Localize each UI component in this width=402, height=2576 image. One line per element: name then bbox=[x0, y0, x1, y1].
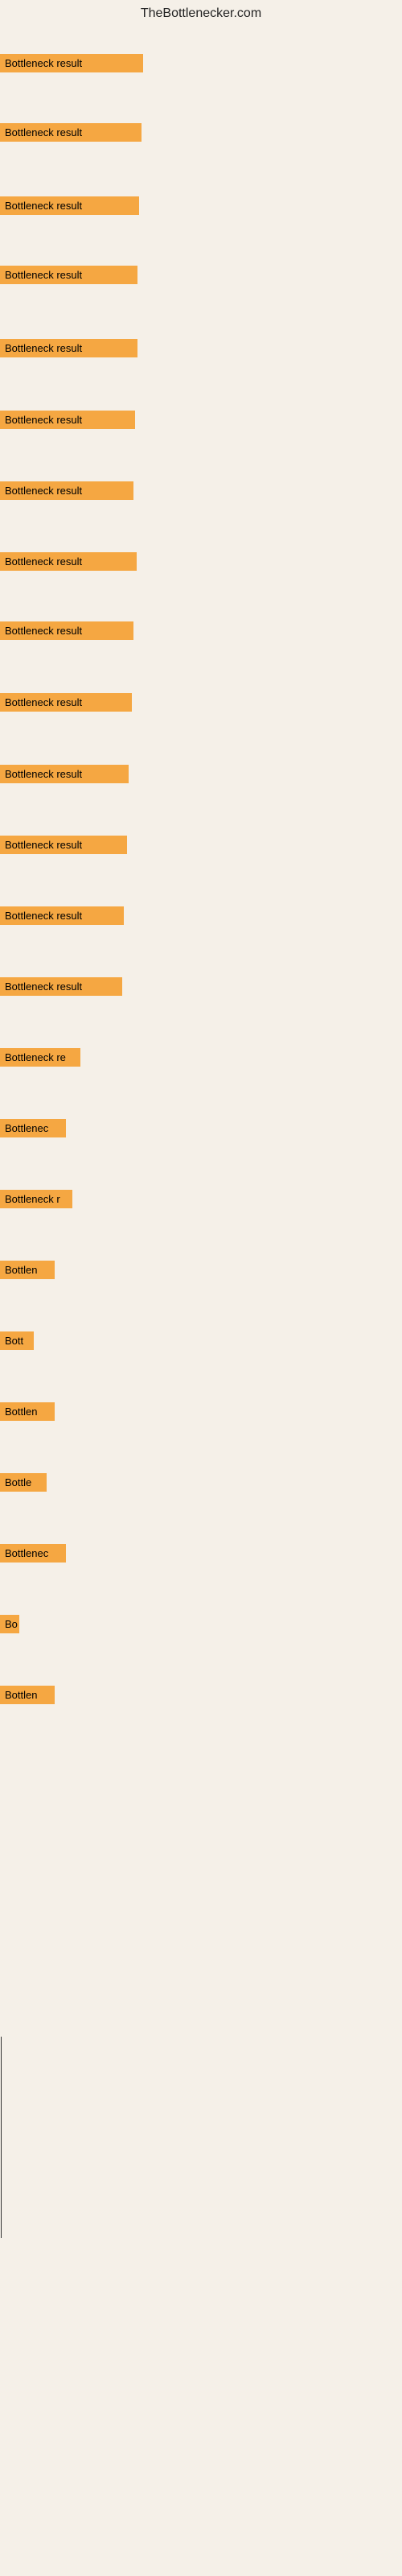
bottleneck-result-item: Bottleneck result bbox=[0, 54, 143, 72]
bottleneck-result-item: Bottlenec bbox=[0, 1119, 66, 1137]
bottleneck-result-item: Bottleneck r bbox=[0, 1190, 72, 1208]
bottleneck-result-item: Bottlen bbox=[0, 1686, 55, 1704]
vertical-line bbox=[1, 2037, 2, 2238]
bottleneck-result-item: Bottlen bbox=[0, 1261, 55, 1279]
bottleneck-result-item: Bottleneck result bbox=[0, 836, 127, 854]
bottleneck-result-item: Bottleneck result bbox=[0, 977, 122, 996]
bottleneck-result-item: Bottleneck result bbox=[0, 123, 142, 142]
site-title: TheBottlenecker.com bbox=[0, 0, 402, 24]
bottleneck-result-item: Bottleneck result bbox=[0, 196, 139, 215]
bottleneck-result-item: Bottleneck result bbox=[0, 621, 133, 640]
bottleneck-result-item: Bottleneck result bbox=[0, 266, 137, 284]
bottleneck-result-item: Bottle bbox=[0, 1473, 47, 1492]
bottleneck-result-item: Bottlenec bbox=[0, 1544, 66, 1563]
bottleneck-result-item: Bottleneck result bbox=[0, 481, 133, 500]
bottleneck-result-item: Bottleneck result bbox=[0, 693, 132, 712]
bottleneck-result-item: Bottlen bbox=[0, 1402, 55, 1421]
bottleneck-result-item: Bo bbox=[0, 1615, 19, 1633]
bottleneck-result-item: Bottleneck result bbox=[0, 552, 137, 571]
bottleneck-result-item: Bottleneck result bbox=[0, 765, 129, 783]
bottleneck-result-item: Bottleneck result bbox=[0, 411, 135, 429]
bottleneck-result-item: Bott bbox=[0, 1331, 34, 1350]
bottleneck-result-item: Bottleneck result bbox=[0, 339, 137, 357]
bottleneck-result-item: Bottleneck result bbox=[0, 906, 124, 925]
bottleneck-result-item: Bottleneck re bbox=[0, 1048, 80, 1067]
